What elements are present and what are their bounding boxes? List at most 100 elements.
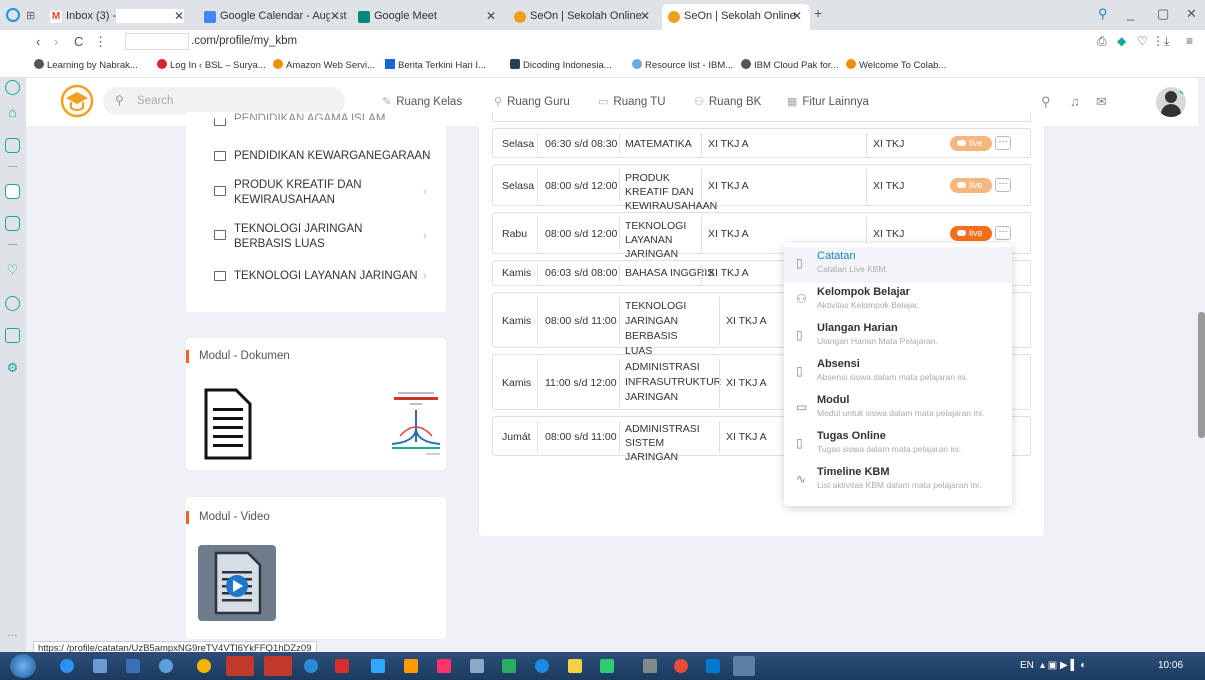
- nav-ruang-guru[interactable]: ⚲ Ruang Guru: [494, 95, 570, 108]
- history-icon[interactable]: [5, 296, 20, 311]
- scrollbar-thumb[interactable]: [1198, 312, 1205, 438]
- tab-seon-2-active[interactable]: SeOn | Sekolah Online ✕: [662, 4, 810, 30]
- bookmark-item[interactable]: Resource list - IBM...: [632, 59, 733, 71]
- more-options-button[interactable]: ···: [995, 136, 1011, 150]
- explorer-icon[interactable]: [93, 659, 107, 673]
- more-options-button[interactable]: ···: [995, 178, 1011, 192]
- menu-item-catatan[interactable]: ▯ Catatan Catatan Live KBM.: [784, 247, 1012, 283]
- whatsapp-icon[interactable]: [5, 216, 20, 231]
- chrome-icon[interactable]: [197, 659, 211, 673]
- more-options-icon[interactable]: ···: [5, 630, 20, 645]
- more-options-button[interactable]: ···: [995, 226, 1011, 240]
- vscode-icon[interactable]: [706, 659, 720, 673]
- opera-taskbar-icon[interactable]: [226, 656, 254, 676]
- close-tab-icon[interactable]: ✕: [329, 9, 340, 23]
- search-input[interactable]: ⚲ Search: [103, 87, 345, 115]
- live-button[interactable]: live: [950, 178, 992, 193]
- photoshop-icon[interactable]: [371, 659, 385, 673]
- bookmark-item[interactable]: Log In ‹ BSL – Surya...: [157, 59, 266, 71]
- document-icon[interactable]: [200, 386, 256, 462]
- close-tab-icon[interactable]: ✕: [792, 9, 802, 23]
- start-button[interactable]: [10, 654, 36, 678]
- app-icon[interactable]: [502, 659, 516, 673]
- close-tab-icon[interactable]: ✕: [640, 9, 650, 23]
- menu-dots-icon[interactable]: ⋮: [1152, 34, 1164, 48]
- menu-item-absensi[interactable]: ▯ Absensi Absensi siswa dalam mata pelaj…: [784, 355, 1012, 391]
- indesign-icon[interactable]: [437, 659, 451, 673]
- subnetting-thumbnail-icon[interactable]: [386, 388, 446, 460]
- bookmark-item[interactable]: Dicoding Indonesia...: [510, 59, 612, 71]
- speed-dial-icon[interactable]: [5, 80, 20, 95]
- live-button[interactable]: live: [950, 136, 992, 151]
- download-icon[interactable]: ⤓: [1164, 34, 1169, 49]
- tab-google-meet[interactable]: Google Meet ✕: [352, 4, 504, 30]
- workspace-home-icon[interactable]: [5, 184, 20, 199]
- site-info-icon[interactable]: ⋮: [94, 34, 107, 50]
- vpn-shield-icon[interactable]: ◆: [1117, 34, 1126, 48]
- terminal-icon[interactable]: [643, 659, 657, 673]
- tray-icons[interactable]: ▴ ▣ ▶ ▌ ◐: [1040, 660, 1086, 671]
- live-button-active[interactable]: live: [950, 226, 992, 241]
- maximize-button[interactable]: ▢: [1157, 6, 1169, 22]
- tab-google-calendar[interactable]: Google Calendar - August ✕: [198, 4, 348, 30]
- new-tab-button[interactable]: +: [814, 5, 822, 21]
- snapshot-icon[interactable]: ⎙: [1097, 34, 1107, 49]
- forward-button[interactable]: ›: [54, 34, 58, 49]
- menu-item-ulangan-harian[interactable]: ▯ Ulangan Harian Ulangan Harian Mata Pel…: [784, 319, 1012, 355]
- app-icon[interactable]: [470, 659, 484, 673]
- menu-item-timeline-kbm[interactable]: ∿ Timeline KBM List aktivitas KBM dalam …: [784, 463, 1012, 499]
- language-indicator[interactable]: EN: [1020, 660, 1034, 671]
- menu-item-modul[interactable]: ▭ Modul Modul untuk siswa dalam mata pel…: [784, 391, 1012, 427]
- notes-icon[interactable]: [568, 659, 582, 673]
- bookmark-item[interactable]: IBM Cloud Pak for...: [741, 59, 838, 71]
- tab-gmail[interactable]: M Inbox (3) - ✕: [44, 4, 192, 30]
- messenger-icon[interactable]: [5, 138, 20, 153]
- bookmarks-heart-icon[interactable]: ♡: [5, 263, 20, 279]
- mail-icon[interactable]: ✉: [1096, 94, 1107, 110]
- workspace-icon[interactable]: ⌂: [5, 105, 20, 121]
- pycharm-icon[interactable]: [600, 659, 614, 673]
- search-tabs-icon[interactable]: ⚲: [1098, 6, 1108, 22]
- avatar[interactable]: [1156, 87, 1186, 117]
- app-icon[interactable]: [733, 656, 755, 676]
- clock[interactable]: 10:06: [1158, 660, 1183, 671]
- menu-item-tugas-online[interactable]: ▯ Tugas Online Tugas siswa dalam mata pe…: [784, 427, 1012, 463]
- menu-item-kelompok-belajar[interactable]: ⚇ Kelompok Belajar Aktivitas Kelompok Be…: [784, 283, 1012, 319]
- schedule-row[interactable]: Selasa 08:00 s/d 12:00 PRODUK KREATIF DA…: [492, 164, 1031, 212]
- ie-icon[interactable]: [60, 659, 74, 673]
- video-document-icon[interactable]: [198, 545, 276, 621]
- media-icon[interactable]: [126, 659, 140, 673]
- nav-ruang-kelas[interactable]: ✎ Ruang Kelas: [382, 95, 462, 108]
- back-button[interactable]: ‹: [36, 34, 40, 49]
- close-window-button[interactable]: ✕: [1186, 6, 1197, 22]
- bookmark-item[interactable]: Berita Terkini Hari I...: [385, 59, 486, 71]
- nav-ruang-bk[interactable]: ⚇ Ruang BK: [694, 95, 761, 108]
- app-icon[interactable]: [159, 659, 173, 673]
- nav-ruang-tu[interactable]: ▭ Ruang TU: [598, 95, 666, 108]
- minimize-button[interactable]: _: [1127, 6, 1134, 21]
- acrobat-icon[interactable]: [335, 659, 349, 673]
- opera-logo-icon[interactable]: [6, 8, 20, 22]
- app-icon[interactable]: [304, 659, 318, 673]
- tab-menu-icon[interactable]: ⊞: [26, 9, 35, 22]
- close-tab-icon[interactable]: ✕: [486, 9, 496, 23]
- seon-logo-icon[interactable]: [60, 84, 94, 118]
- bookmark-item[interactable]: Amazon Web Servi...: [273, 59, 375, 71]
- user-icon[interactable]: ⚲: [1041, 94, 1051, 110]
- heart-icon[interactable]: ♡: [1137, 34, 1148, 48]
- opera-gx-icon[interactable]: [264, 656, 292, 676]
- nav-fitur-lainnya[interactable]: ▦ Fitur Lainnya: [787, 95, 869, 108]
- bookmark-item[interactable]: Welcome To Colab...: [846, 59, 946, 71]
- app-icon[interactable]: [674, 659, 688, 673]
- settings-gear-icon[interactable]: ⚙: [5, 361, 20, 377]
- reload-button[interactable]: C: [74, 34, 83, 49]
- bell-icon[interactable]: ♫: [1070, 94, 1080, 109]
- bookmark-item[interactable]: Learning by Nabrak...: [34, 59, 138, 71]
- extensions-cube-icon[interactable]: [5, 328, 20, 343]
- illustrator-icon[interactable]: [404, 659, 418, 673]
- tab-seon-1[interactable]: SeOn | Sekolah Online ✕: [508, 4, 658, 30]
- app-icon[interactable]: [535, 659, 549, 673]
- close-tab-icon[interactable]: ✕: [174, 9, 184, 23]
- url-field[interactable]: .com/profile/my_kbm: [191, 35, 297, 47]
- easy-setup-icon[interactable]: ≡: [1186, 34, 1193, 48]
